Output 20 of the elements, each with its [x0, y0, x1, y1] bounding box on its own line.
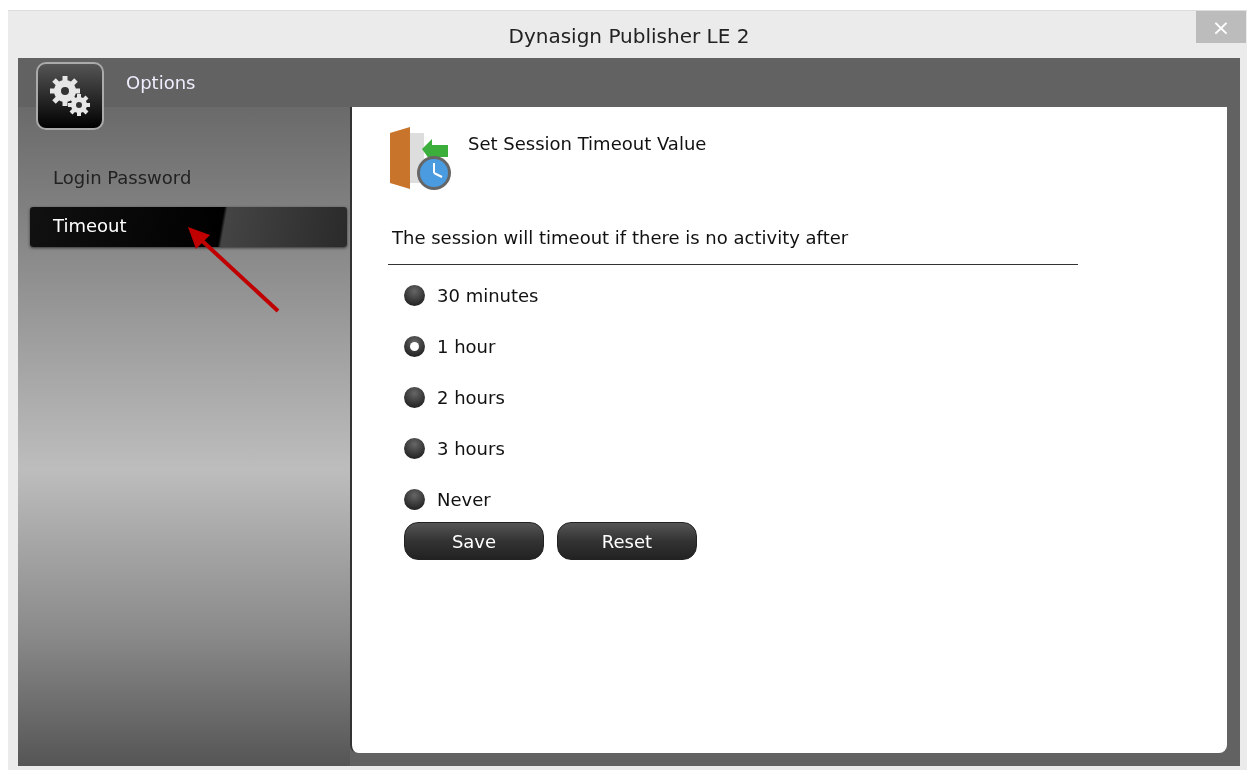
- option-label[interactable]: 2 hours: [437, 387, 505, 408]
- section-title: Options: [126, 72, 196, 93]
- gears-icon: [47, 73, 93, 119]
- radio-button[interactable]: [404, 387, 425, 408]
- radio-button[interactable]: [404, 489, 425, 510]
- sidebar-item[interactable]: Timeout: [30, 207, 347, 247]
- action-button[interactable]: Reset: [557, 522, 697, 560]
- door-clock-icon: [388, 127, 454, 193]
- description-text: The session will timeout if there is no activity after: [388, 227, 1078, 265]
- option-label[interactable]: 3 hours: [437, 438, 505, 459]
- option-label[interactable]: 30 minutes: [437, 285, 539, 306]
- action-button[interactable]: Save: [404, 522, 544, 560]
- option-label[interactable]: 1 hour: [437, 336, 496, 357]
- option-label[interactable]: Never: [437, 489, 491, 510]
- radio-button[interactable]: [404, 438, 425, 459]
- radio-button[interactable]: [404, 336, 425, 357]
- panel-title: Set Session Timeout Value: [468, 133, 707, 154]
- radio-button[interactable]: [404, 285, 425, 306]
- sidebar-item[interactable]: Login Password: [30, 159, 347, 199]
- window-title: Dynasign Publisher LE 2: [508, 23, 750, 48]
